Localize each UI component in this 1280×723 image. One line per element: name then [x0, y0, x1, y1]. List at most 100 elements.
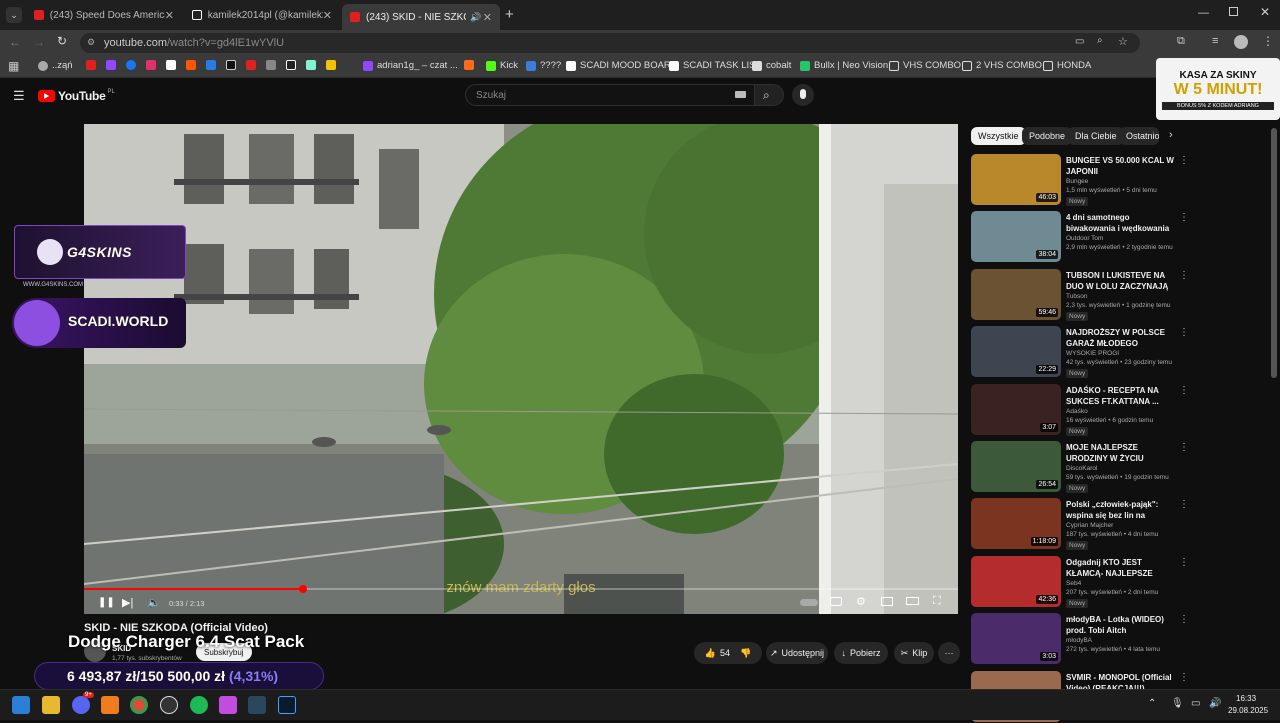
- bookmark-folder[interactable]: 2 VHS COMBO: [962, 60, 1042, 71]
- recommendation-item[interactable]: 26:54 MOJE NAJLEPSZE URODZINY W ŻYCIU Disc…: [971, 441, 1266, 493]
- tab-list-chevron-icon[interactable]: ⌄: [6, 7, 22, 23]
- rec-more-icon[interactable]: ⋮: [1179, 270, 1189, 281]
- rec-more-icon[interactable]: ⋮: [1179, 385, 1189, 396]
- discord-icon[interactable]: [72, 696, 90, 714]
- video-thumbnail[interactable]: 26:54: [971, 441, 1061, 492]
- bookmark-item[interactable]: Kick: [486, 60, 518, 71]
- rec-title[interactable]: TUBSON I LUKISTEVE NA DUO W LOLU ZACZYNA…: [1066, 270, 1176, 292]
- vlc-icon[interactable]: [101, 696, 119, 714]
- microphone-tray-icon[interactable]: 🎙: [1171, 698, 1184, 709]
- close-tab-icon[interactable]: ✕: [165, 9, 174, 22]
- video-thumbnail[interactable]: 1:18:09: [971, 498, 1061, 550]
- close-tab-icon[interactable]: ✕: [483, 11, 492, 24]
- recommendation-item[interactable]: 22:29 NAJDROŻSZY W POLSCE GARAŻ MŁODEGO M…: [971, 326, 1266, 379]
- chip-related[interactable]: Podobne: [1022, 127, 1073, 145]
- obs-icon[interactable]: [160, 696, 178, 714]
- progress-bar[interactable]: [84, 585, 958, 593]
- rec-channel[interactable]: Tubson: [1066, 293, 1087, 300]
- address-bar[interactable]: ⚙ youtube.com/watch?v=gd4lE1wYVlU ▭ ⌕ ☆: [80, 33, 1140, 53]
- rec-more-icon[interactable]: ⋮: [1179, 212, 1189, 223]
- next-icon[interactable]: ▶|: [122, 596, 133, 609]
- chip-all[interactable]: Wszystkie: [971, 127, 1026, 145]
- forward-icon[interactable]: →: [33, 35, 45, 49]
- zoom-icon[interactable]: ⌕: [1097, 35, 1103, 46]
- video-thumbnail[interactable]: 3:07: [971, 383, 1061, 435]
- rec-channel[interactable]: Cyprian Majcher: [1066, 522, 1113, 529]
- clock-date[interactable]: 29.08.2025: [1228, 706, 1268, 715]
- cast-icon[interactable]: ▭: [1075, 36, 1084, 47]
- rec-channel[interactable]: Outdoor Tom: [1066, 235, 1103, 242]
- recommendation-item[interactable]: 3:07 ADAŚKO - RECEPTA NA SUKCES FT.KATTAN…: [971, 383, 1266, 436]
- photos-icon[interactable]: [219, 696, 237, 714]
- extensions-icon[interactable]: ⧉: [1177, 35, 1185, 48]
- video-thumbnail[interactable]: 42:36: [971, 555, 1061, 607]
- rec-title[interactable]: MOJE NAJLEPSZE URODZINY W ŻYCIU: [1066, 442, 1176, 464]
- browser-tab[interactable]: kamilek2014pl (@kamilek2014p ✕: [184, 4, 340, 26]
- video-thumbnail[interactable]: 46:03: [971, 154, 1061, 205]
- browser-tab-active[interactable]: (243) SKID - NIE SZKODA (O 🔊 ✕: [342, 4, 500, 30]
- bookmark-item[interactable]: Bullx | Neo Vision: [800, 60, 888, 71]
- bookmark-folder[interactable]: HONDA: [1043, 60, 1091, 71]
- apps-grid-icon[interactable]: ▦: [8, 59, 19, 73]
- profile-avatar[interactable]: [1234, 35, 1248, 49]
- video-thumbnail[interactable]: 59:46: [971, 268, 1061, 320]
- recommendation-item[interactable]: 46:03 BUNGEE VS 50.000 KCAL W JAPONII Bung…: [971, 154, 1266, 206]
- search-input[interactable]: Szukaj: [465, 84, 755, 106]
- bookmark-item[interactable]: ..ząń: [38, 60, 73, 71]
- volume-icon[interactable]: 🔈: [147, 596, 161, 609]
- chip-recent[interactable]: Ostatnio: [1119, 127, 1159, 145]
- keyboard-icon[interactable]: [735, 91, 746, 98]
- recommendation-item[interactable]: 38:04 4 dni samotnego biwakowania i wędko…: [971, 211, 1266, 263]
- search-button[interactable]: ⌕: [754, 84, 784, 106]
- new-tab-button[interactable]: +: [505, 6, 514, 23]
- bookmark-item[interactable]: SCADI MOOD BOARD: [566, 60, 678, 71]
- pause-icon[interactable]: ❚❚: [98, 597, 115, 608]
- fullscreen-icon[interactable]: ⛶: [933, 595, 941, 608]
- rec-title[interactable]: 4 dni samotnego biwakowania i wędkowania…: [1066, 212, 1176, 234]
- autoplay-toggle[interactable]: [800, 599, 818, 606]
- subtitles-icon[interactable]: [830, 597, 842, 606]
- recommendation-item[interactable]: 42:36 Odgadnij KTO JEST KŁAMCĄ- NAJLEPSZE…: [971, 555, 1266, 608]
- close-tab-icon[interactable]: ✕: [323, 9, 332, 22]
- rec-channel[interactable]: Bungee: [1066, 178, 1088, 185]
- spotify-icon[interactable]: [190, 696, 208, 714]
- recommendation-item[interactable]: 3:03 młodyBA - Lotka (WIDEO) prod. Tobi A…: [971, 613, 1266, 665]
- recommendation-item[interactable]: 59:46 TUBSON I LUKISTEVE NA DUO W LOLU ZA…: [971, 268, 1266, 321]
- like-button[interactable]: 👍 54: [705, 648, 730, 659]
- bookmark-item[interactable]: SCADI TASK LIST: [669, 60, 761, 71]
- rec-more-icon[interactable]: ⋮: [1179, 442, 1189, 453]
- bookmark-item[interactable]: cobalt: [752, 60, 791, 71]
- chips-next-icon[interactable]: ›: [1169, 129, 1173, 141]
- more-actions-button[interactable]: ···: [938, 642, 960, 664]
- rec-more-icon[interactable]: ⋮: [1179, 499, 1189, 510]
- share-button[interactable]: ↗ Udostępnij: [766, 642, 828, 664]
- promo-banner[interactable]: KASA ZA SKINY W 5 MINUT! BONUS 5% Z KODE…: [1156, 58, 1280, 120]
- scrollbar[interactable]: [1271, 128, 1277, 378]
- rec-channel[interactable]: młodyBA: [1066, 637, 1092, 644]
- settings-icon[interactable]: ⚙: [856, 595, 866, 608]
- rec-title[interactable]: ADAŚKO - RECEPTA NA SUKCES FT.KATTANA ..…: [1066, 385, 1176, 407]
- rec-channel[interactable]: Adaśko: [1066, 408, 1088, 415]
- rec-channel[interactable]: DiscoKarol: [1066, 465, 1097, 472]
- voice-search-button[interactable]: [792, 84, 814, 106]
- bookmark-item[interactable]: ????: [526, 60, 561, 71]
- network-tray-icon[interactable]: ▭: [1191, 698, 1200, 709]
- rec-more-icon[interactable]: ⋮: [1179, 327, 1189, 338]
- youtube-logo[interactable]: YouTube PL: [38, 89, 115, 103]
- chrome-icon[interactable]: [130, 696, 148, 714]
- bookmark-item[interactable]: [464, 60, 478, 70]
- miniplayer-icon[interactable]: [881, 597, 893, 606]
- hamburger-menu-icon[interactable]: ☰: [13, 88, 25, 104]
- rec-title[interactable]: Polski „człowiek-pająk": wspina się bez …: [1066, 499, 1176, 521]
- lightroom-icon[interactable]: [278, 696, 296, 714]
- rec-more-icon[interactable]: ⋮: [1179, 155, 1189, 166]
- video-thumbnail[interactable]: 3:03: [971, 613, 1061, 665]
- rec-title[interactable]: BUNGEE VS 50.000 KCAL W JAPONII: [1066, 155, 1176, 177]
- dislike-button[interactable]: 👎: [740, 648, 751, 659]
- video-thumbnail[interactable]: 22:29: [971, 326, 1061, 378]
- media-controls-icon[interactable]: ≡: [1212, 35, 1218, 47]
- audio-playing-icon[interactable]: 🔊: [470, 12, 481, 23]
- restore-window-icon[interactable]: [1229, 7, 1238, 16]
- rec-more-icon[interactable]: ⋮: [1179, 672, 1189, 683]
- tray-chevron-icon[interactable]: ⌃: [1148, 698, 1156, 709]
